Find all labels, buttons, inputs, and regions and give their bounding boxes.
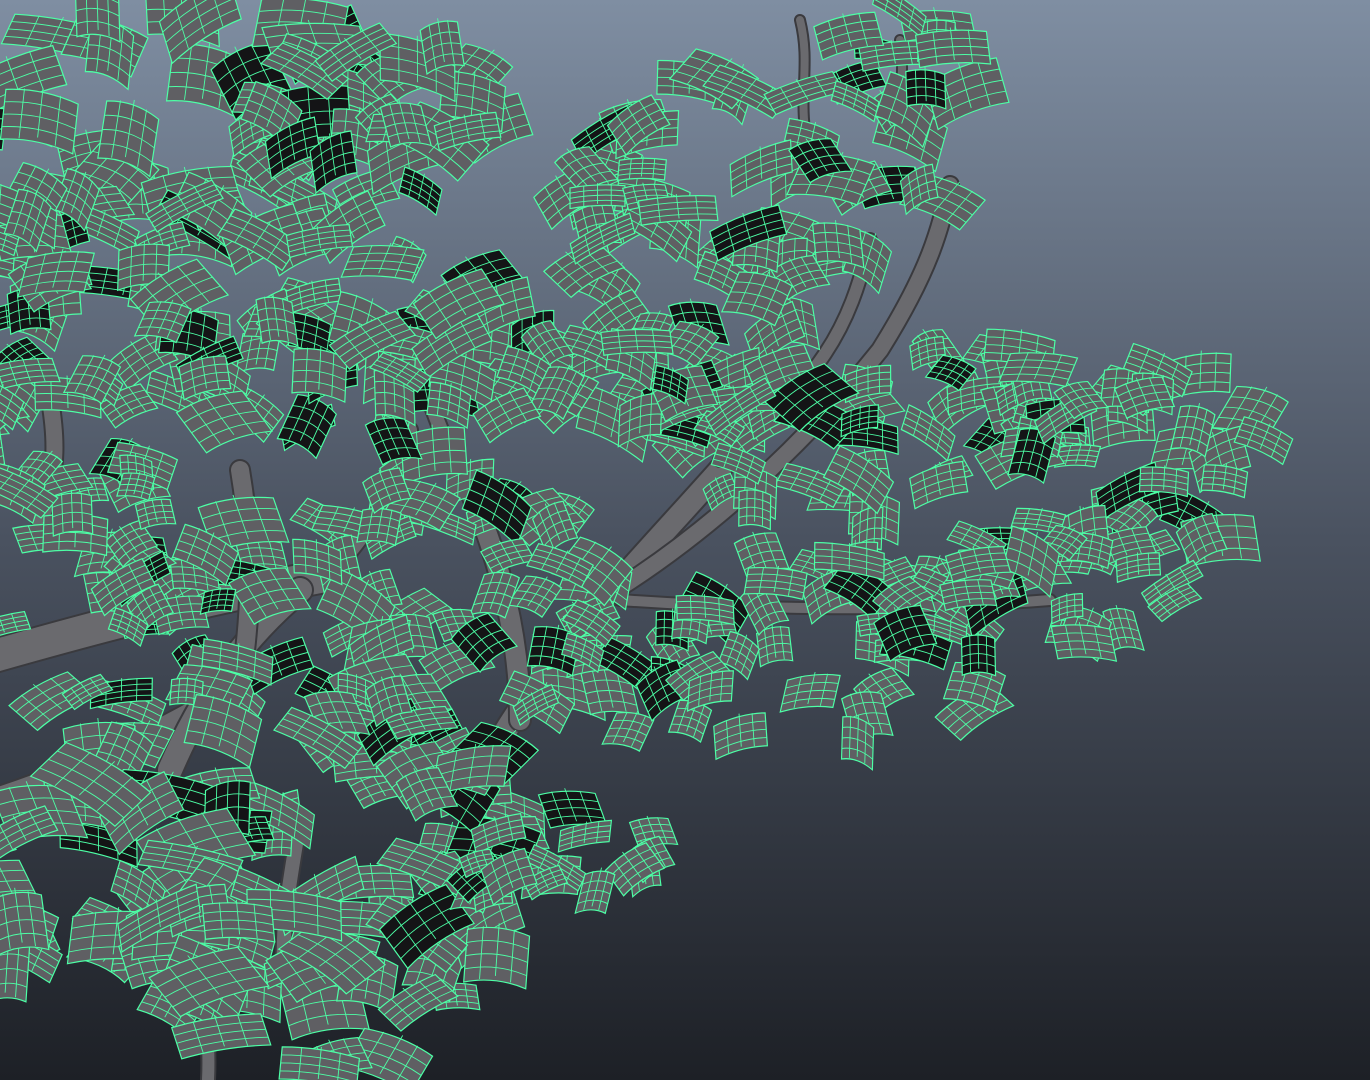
- leaf-card[interactable]: [600, 327, 674, 356]
- wire-edge: [1074, 593, 1076, 617]
- wire-edge: [663, 610, 665, 644]
- leaf-card[interactable]: [0, 885, 50, 957]
- leaf-card[interactable]: [960, 631, 997, 677]
- 3d-viewport[interactable]: [0, 0, 1370, 1080]
- leaf-card[interactable]: [51, 489, 94, 537]
- leaf-card[interactable]: [616, 156, 667, 182]
- tree-wireframe-scene[interactable]: [0, 0, 1370, 1080]
- branch: [796, 16, 809, 134]
